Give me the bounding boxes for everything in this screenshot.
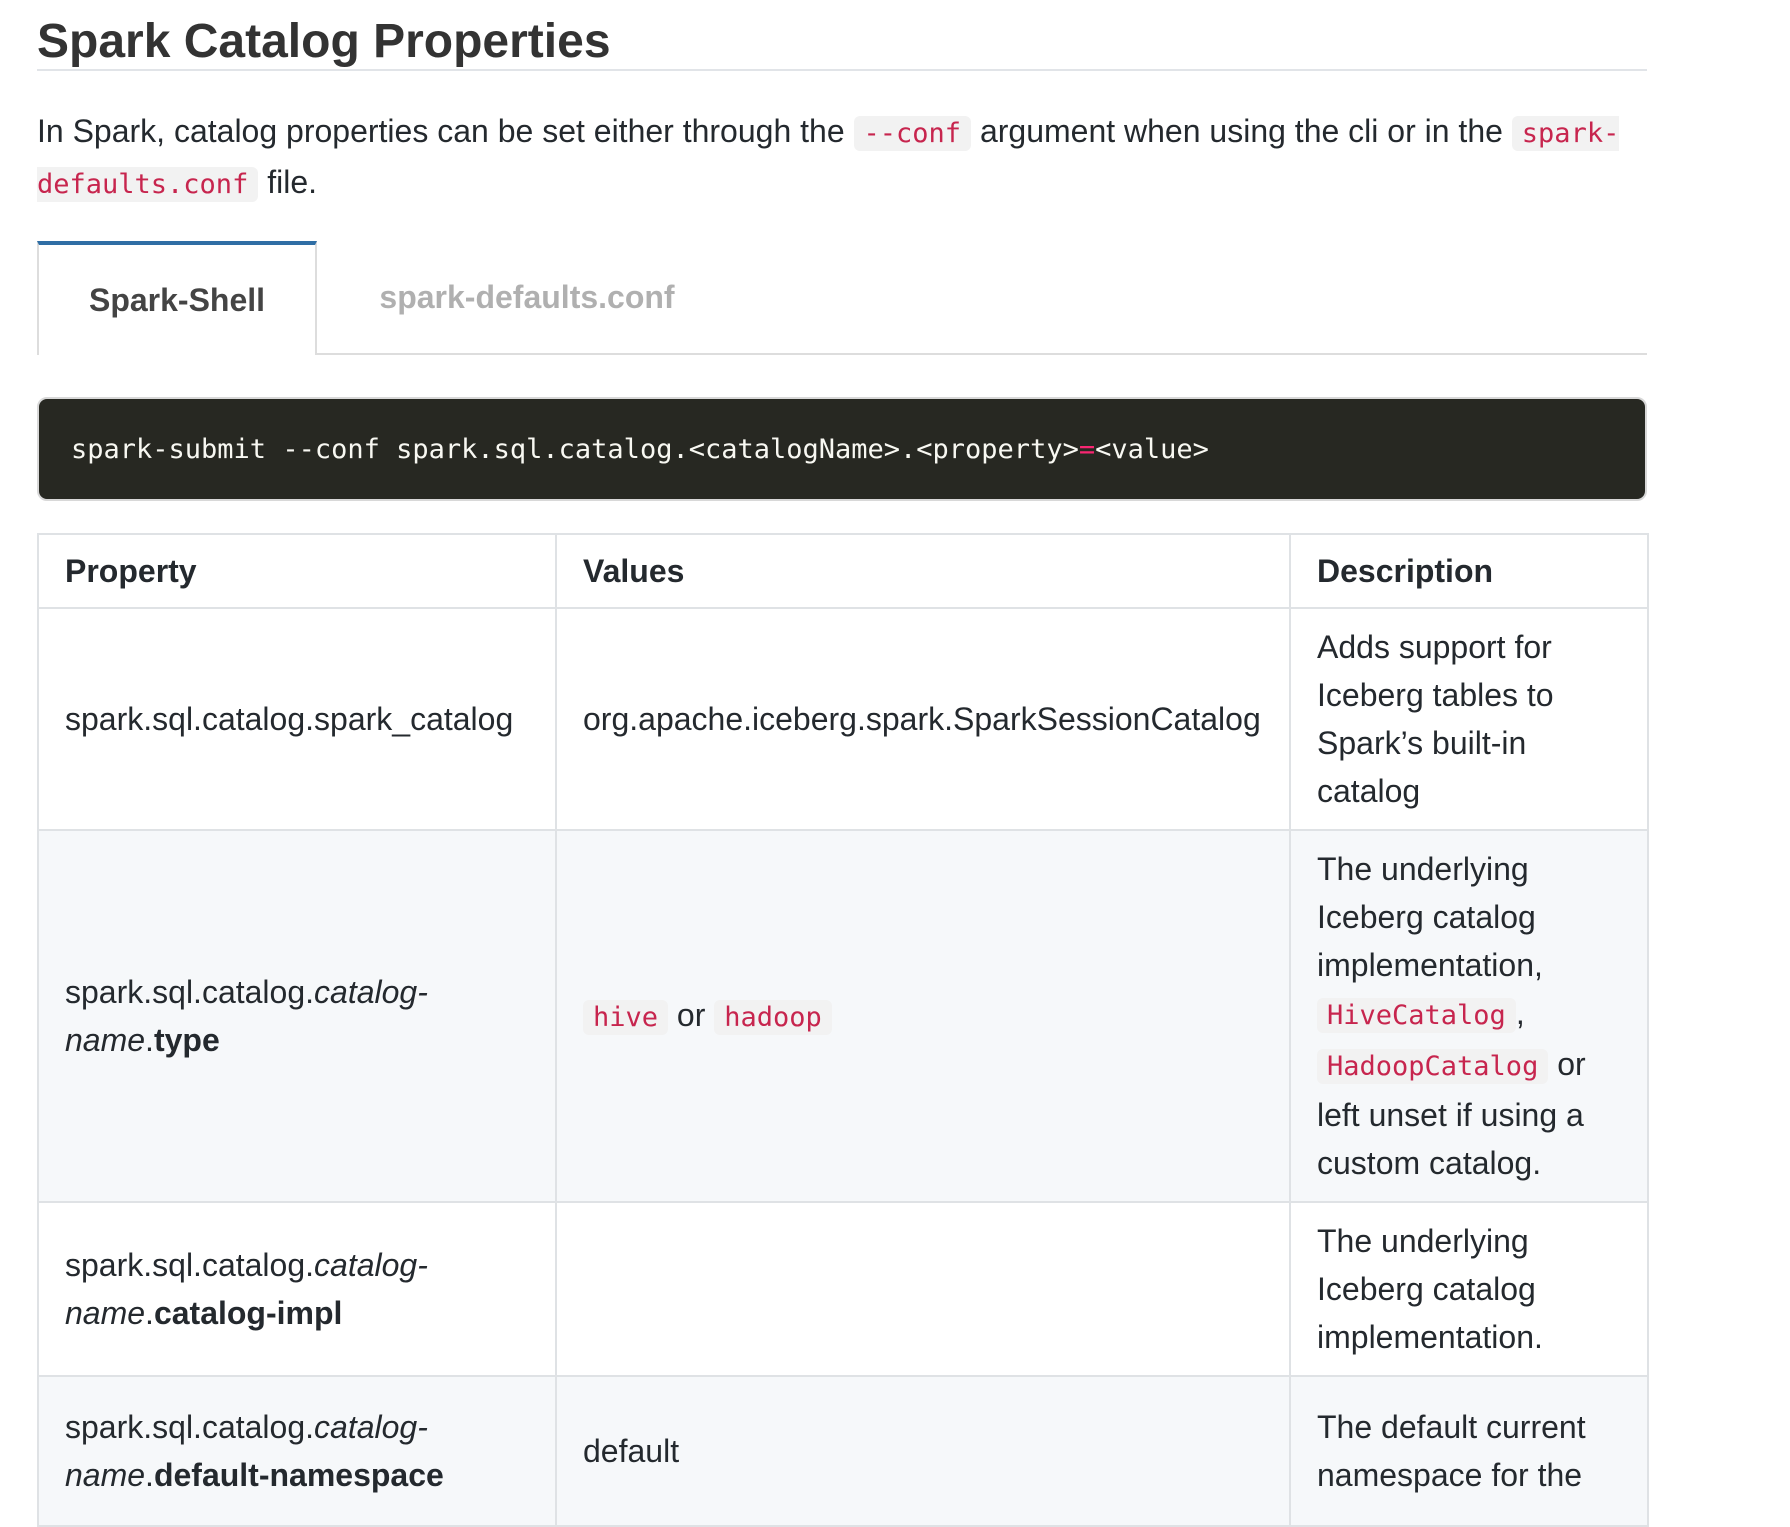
property-cell: spark.sql.catalog.catalog-name.catalog-i… xyxy=(37,1201,557,1377)
inline-code-conf: --conf xyxy=(853,116,972,151)
values-text: default xyxy=(583,1433,680,1469)
values-cell: default xyxy=(555,1375,1291,1527)
values-or: or xyxy=(668,996,715,1033)
table-row: spark.sql.catalog.spark_catalog org.apac… xyxy=(37,607,1649,831)
property-name: spark.sql.catalog.spark_catalog xyxy=(65,701,514,737)
desc-code-hadoopcatalog: HadoopCatalog xyxy=(1317,1049,1549,1084)
code-operator: = xyxy=(1078,433,1096,465)
property-cell: spark.sql.catalog.catalog-name.type xyxy=(37,829,557,1203)
description-comma: , xyxy=(1515,995,1525,1031)
intro-text-after: file. xyxy=(258,164,318,200)
description-cell: The underlying Iceberg catalog implement… xyxy=(1289,829,1649,1203)
property-prefix: spark.sql.catalog. xyxy=(65,974,315,1010)
header-values: Values xyxy=(555,533,1291,609)
intro-text-middle: argument when using the cli or in the xyxy=(971,113,1512,149)
table-row: spark.sql.catalog.catalog-name.catalog-i… xyxy=(37,1201,1649,1377)
table-header-row: Property Values Description xyxy=(37,533,1649,609)
description-text: Adds support for Iceberg tables to Spark… xyxy=(1317,629,1554,809)
properties-table: Property Values Description spark.sql.ca… xyxy=(37,533,1649,1527)
description-cell: The default current namespace for the xyxy=(1289,1375,1649,1527)
table-row: spark.sql.catalog.catalog-name.type hive… xyxy=(37,829,1649,1203)
code-block: spark-submit --conf spark.sql.catalog.<c… xyxy=(37,397,1647,501)
tab-bar: Spark-Shell spark-defaults.conf xyxy=(37,241,1647,355)
description-text: The underlying Iceberg catalog implement… xyxy=(1317,851,1543,983)
values-text: org.apache.iceberg.spark.SparkSessionCat… xyxy=(583,701,1261,737)
intro-paragraph: In Spark, catalog properties can be set … xyxy=(37,107,1647,209)
table-row: spark.sql.catalog.catalog-name.default-n… xyxy=(37,1375,1649,1527)
intro-text-before: In Spark, catalog properties can be set … xyxy=(37,113,854,149)
property-dot: . xyxy=(145,1022,154,1058)
property-dot: . xyxy=(145,1457,154,1493)
page-content: Spark Catalog Properties In Spark, catal… xyxy=(37,0,1649,1527)
page-title: Spark Catalog Properties xyxy=(37,0,1647,71)
value-code-hadoop: hadoop xyxy=(714,999,832,1035)
property-dot: . xyxy=(145,1295,154,1331)
value-code-hive: hive xyxy=(583,999,669,1035)
values-cell xyxy=(555,1201,1291,1377)
tab-spark-defaults-conf[interactable]: spark-defaults.conf xyxy=(317,241,737,353)
property-key: type xyxy=(153,1022,220,1058)
tab-spark-shell[interactable]: Spark-Shell xyxy=(37,241,317,355)
description-text: The underlying Iceberg catalog implement… xyxy=(1317,1223,1543,1355)
code-value: <value> xyxy=(1095,433,1209,465)
property-prefix: spark.sql.catalog. xyxy=(65,1409,315,1445)
property-key: catalog-impl xyxy=(153,1295,343,1331)
code-command: spark-submit --conf spark.sql.catalog.<c… xyxy=(71,433,1079,465)
property-cell: spark.sql.catalog.catalog-name.default-n… xyxy=(37,1375,557,1527)
property-cell: spark.sql.catalog.spark_catalog xyxy=(37,607,557,831)
description-text: The default current namespace for the xyxy=(1317,1409,1586,1493)
values-cell: org.apache.iceberg.spark.SparkSessionCat… xyxy=(555,607,1291,831)
property-key: default-namespace xyxy=(153,1457,444,1493)
description-cell: The underlying Iceberg catalog implement… xyxy=(1289,1201,1649,1377)
desc-code-hivecatalog: HiveCatalog xyxy=(1317,998,1516,1033)
header-description: Description xyxy=(1289,533,1649,609)
description-cell: Adds support for Iceberg tables to Spark… xyxy=(1289,607,1649,831)
header-property: Property xyxy=(37,533,557,609)
values-cell: hive or hadoop xyxy=(555,829,1291,1203)
property-prefix: spark.sql.catalog. xyxy=(65,1247,315,1283)
